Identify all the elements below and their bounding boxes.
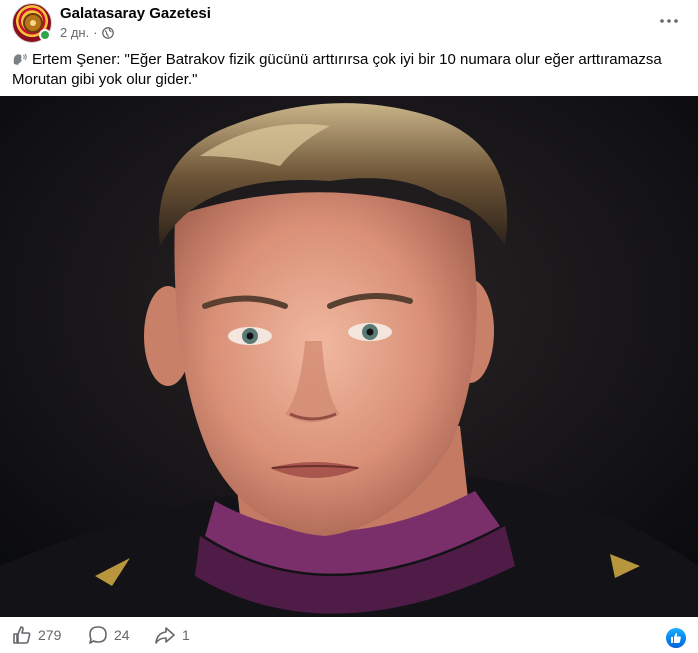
like-button[interactable]: 279 (12, 625, 61, 645)
thumbs-up-icon (13, 626, 31, 644)
post-header: Galatasaray Gazetesi 2 дн. · (0, 0, 698, 46)
post-timestamp[interactable]: 2 дн. (60, 25, 89, 40)
post-text: Ertem Şener: "Eğer Batrakov fizik gücünü… (12, 50, 688, 90)
post-meta: 2 дн. · (60, 25, 114, 40)
share-arrow-icon (155, 627, 175, 644)
post-actions-bar: 279 24 1 (0, 620, 698, 653)
share-button[interactable]: 1 (154, 625, 190, 645)
comment-count: 24 (114, 627, 130, 643)
comment-bubble-icon (89, 626, 107, 644)
more-dots-icon (660, 19, 678, 23)
thumbs-up-filled-icon (671, 633, 681, 643)
online-status-dot (39, 29, 51, 41)
post-body: Ertem Şener: "Eğer Batrakov fizik gücünü… (12, 51, 662, 88)
player-portrait-image (0, 96, 698, 617)
more-options-button[interactable] (652, 6, 686, 36)
meta-separator: · (93, 25, 98, 40)
like-reaction-icon[interactable] (666, 628, 686, 648)
globe-icon[interactable] (101, 26, 114, 39)
speaking-head-icon (13, 53, 27, 65)
share-count: 1 (182, 627, 190, 643)
like-count: 279 (38, 627, 62, 643)
comment-button[interactable]: 24 (88, 625, 130, 645)
post-photo[interactable] (0, 96, 698, 617)
page-name-link[interactable]: Galatasaray Gazetesi (60, 5, 211, 22)
